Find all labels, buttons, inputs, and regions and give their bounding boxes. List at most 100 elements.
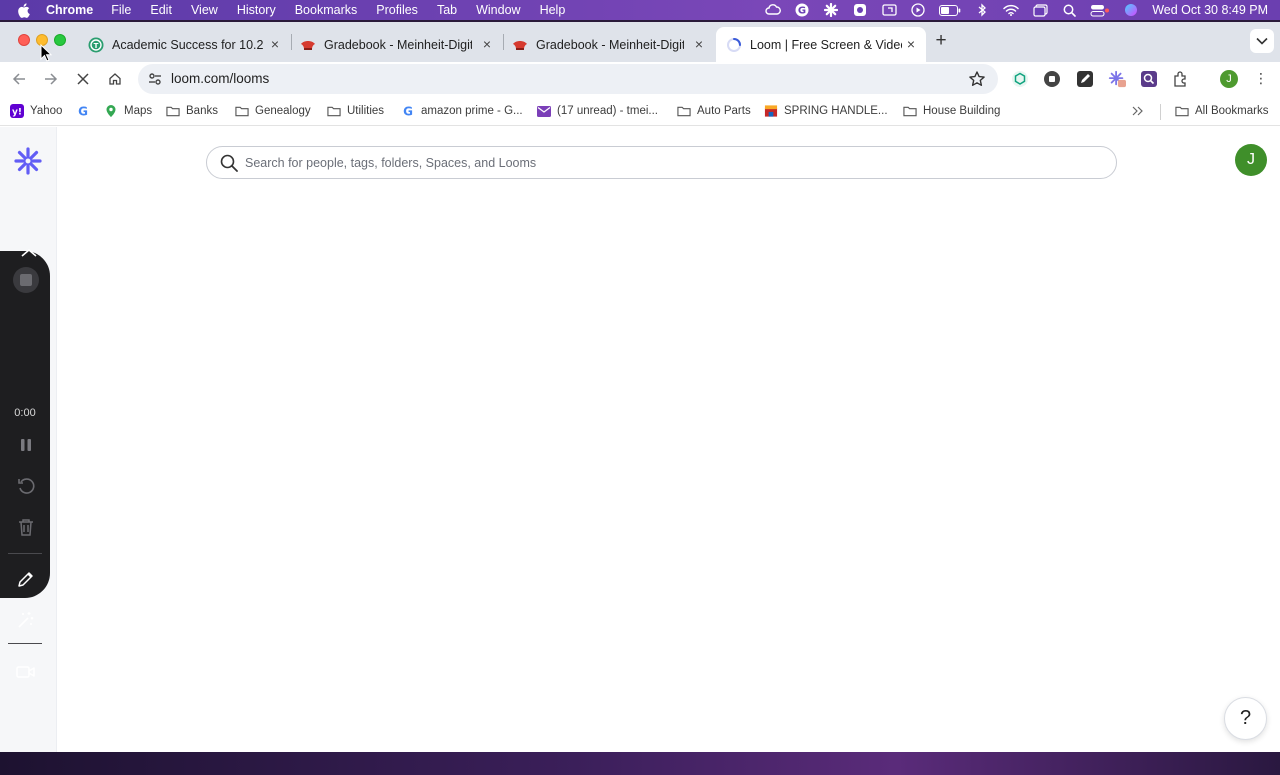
forward-button[interactable] [41,69,61,89]
bookmark-all-bookmarks[interactable]: All Bookmarks [1175,102,1269,120]
menu-profiles[interactable]: Profiles [376,0,418,20]
bookmark-yahoo[interactable]: y! Yahoo [10,102,62,120]
camera-toggle-button[interactable] [13,659,39,685]
loom-logo-icon[interactable] [14,147,42,175]
close-tab-icon[interactable]: × [268,37,282,51]
effects-button[interactable] [13,607,39,633]
recorder-divider [8,643,42,644]
tab-title: Gradebook - Meinheit-Digital [536,37,684,52]
site-settings-icon[interactable] [147,71,163,87]
extensions-puzzle-icon[interactable] [1172,70,1190,88]
bookmark-google[interactable]: G [76,102,96,120]
new-tab-button[interactable]: + [931,31,951,51]
apple-icon[interactable] [17,2,33,18]
bookmark-maps[interactable]: Maps [104,102,152,120]
tab-title: Gradebook - Meinheit-Digital [324,37,472,52]
extension-search-icon[interactable] [1140,70,1158,88]
menu-view[interactable]: View [191,0,218,20]
bookmark-folder-house-building[interactable]: House Building [903,102,1000,120]
folder-icon [903,104,917,118]
chrome-menu-icon[interactable]: ⋮ [1254,70,1268,88]
close-tab-icon[interactable]: × [692,37,706,51]
menu-bookmarks[interactable]: Bookmarks [295,0,358,20]
control-center-icon[interactable] [1090,3,1110,17]
menu-app-name[interactable]: Chrome [46,0,93,20]
url-text[interactable]: loom.com/looms [171,71,269,86]
help-button[interactable]: ? [1224,697,1267,740]
extension-pen-icon[interactable] [1076,70,1094,88]
tab-gradebook-2[interactable]: Gradebook - Meinheit-Digital × [504,27,714,62]
bookmark-folder-banks[interactable]: Banks [166,102,218,120]
search-input[interactable] [245,153,1085,173]
folder-icon [166,104,180,118]
menubar-clock[interactable]: Wed Oct 30 8:49 PM [1152,3,1268,17]
bluetooth-icon[interactable] [974,3,990,17]
pause-icon [21,439,31,451]
menu-file[interactable]: File [111,0,131,20]
folder-icon [1175,104,1189,118]
loom-search-bar[interactable] [206,146,1117,179]
pause-button[interactable] [13,432,39,458]
battery-icon[interactable] [939,3,961,17]
drawing-tool-button[interactable] [13,566,39,592]
arrow-right-icon [45,73,58,85]
notification-app-icon[interactable] [852,3,868,17]
mail-icon [537,104,551,118]
profile-avatar-small[interactable]: J [1220,70,1238,88]
menu-history[interactable]: History [237,0,276,20]
pencil-icon [18,572,33,587]
address-bar[interactable]: loom.com/looms [138,64,998,94]
bookmarks-divider [1160,104,1161,120]
bookmark-amazon-prime[interactable]: G amazon prime - G... [401,102,523,120]
user-avatar[interactable]: J [1235,144,1267,176]
menu-tab[interactable]: Tab [437,0,457,20]
close-tab-icon[interactable]: × [904,37,918,51]
menu-window[interactable]: Window [476,0,520,20]
grammarly-icon[interactable]: G [794,3,810,17]
bookmark-star-icon[interactable] [968,70,986,88]
mac-menubar: Chrome File Edit View History Bookmarks … [0,0,1280,20]
play-circle-icon[interactable] [910,3,926,17]
svg-text:y!: y! [12,108,22,118]
tab-loom-active[interactable]: Loom | Free Screen & Video R × [716,27,926,62]
desktop-background [0,752,1280,775]
extension-loom-icon[interactable] [1108,70,1126,88]
search-icon [220,154,238,172]
stop-recording-button[interactable] [13,267,39,293]
close-window-button[interactable] [18,34,30,46]
loom-page: J ? 0:00 [0,127,1280,752]
back-button[interactable] [9,69,29,89]
stage-manager-icon[interactable] [1032,3,1048,17]
siri-icon[interactable] [1123,3,1139,17]
menu-edit[interactable]: Edit [150,0,172,20]
tab-search-button[interactable] [1250,29,1274,53]
google-icon: G [76,104,90,119]
zoom-window-button[interactable] [54,34,66,46]
screen-share-icon[interactable] [881,3,897,17]
bookmark-folder-utilities[interactable]: Utilities [327,102,384,120]
home-button[interactable] [105,69,125,89]
stop-loading-button[interactable] [73,69,93,89]
bookmark-folder-genealogy[interactable]: Genealogy [235,102,311,120]
more-bookmarks-chevron-icon[interactable] [1132,102,1144,120]
folder-icon [235,104,249,118]
mouse-cursor-icon [40,43,53,62]
tab-gradebook-1[interactable]: Gradebook - Meinheit-Digital × [292,27,502,62]
wifi-icon[interactable] [1003,3,1019,17]
trash-icon [19,519,33,536]
chevron-up-icon[interactable] [19,246,39,258]
bookmark-folder-auto-parts[interactable]: Auto Parts [677,102,751,120]
tab-academic-success[interactable]: T Academic Success for 10.28- × [80,27,290,62]
svg-text:T: T [94,42,99,50]
extension-chatgpt-icon[interactable] [1011,70,1029,88]
bookmark-spring-handle[interactable]: SPRING HANDLE... [764,102,888,120]
loom-status-icon[interactable] [823,3,839,17]
creative-cloud-icon[interactable] [765,3,782,17]
bookmark-mail[interactable]: (17 unread) - tmei... [537,102,658,120]
close-tab-icon[interactable]: × [480,37,494,51]
menu-help[interactable]: Help [540,0,566,20]
delete-recording-button[interactable] [13,514,39,540]
spotlight-search-icon[interactable] [1061,3,1077,17]
restart-button[interactable] [13,473,39,499]
extension-record-icon[interactable] [1043,70,1061,88]
